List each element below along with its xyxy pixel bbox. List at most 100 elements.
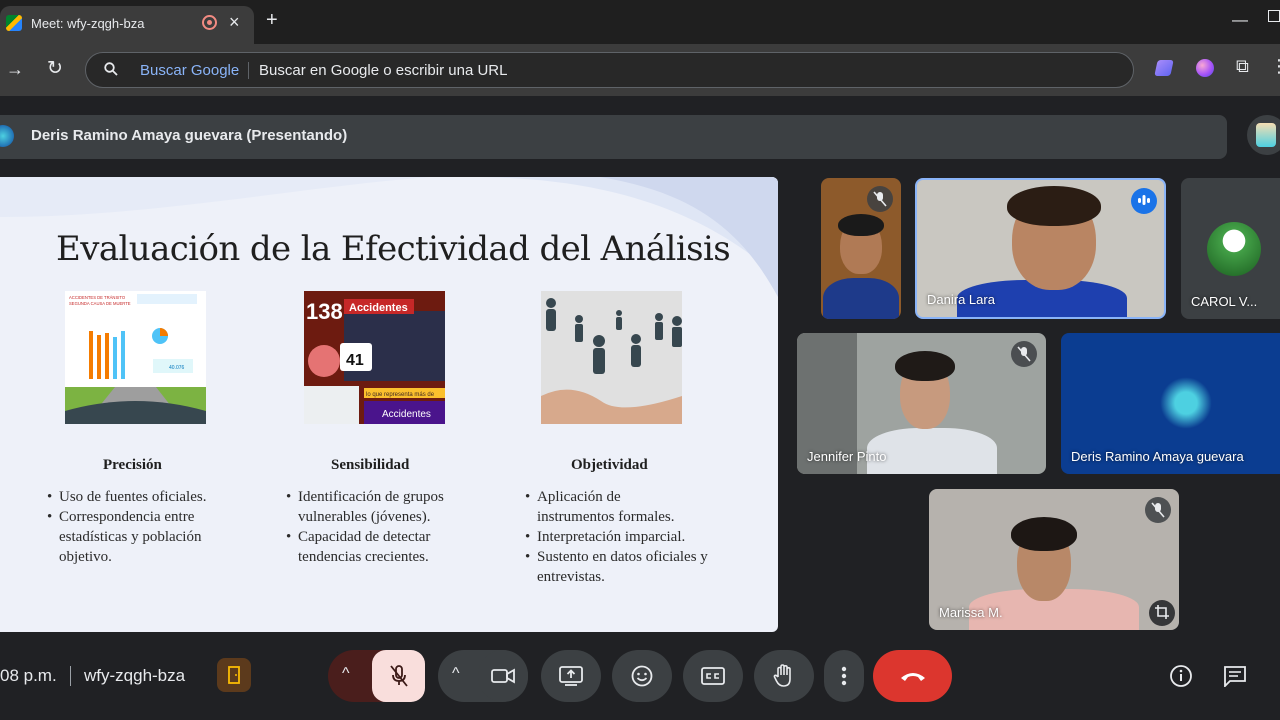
captions-button[interactable] [683,650,743,702]
participant-name: Jennifer Pinto [807,449,887,464]
people-network-image [541,291,682,424]
self-avatar[interactable] [1247,115,1280,155]
hang-up-icon [900,673,925,681]
participant-avatar [1160,377,1212,429]
chat-button[interactable] [1220,661,1250,691]
crop-frame-icon[interactable] [1149,600,1175,626]
participant-tile[interactable]: CAROL V... [1181,178,1280,319]
list-item: Interpretación imparcial. [525,527,725,547]
participant-video [1011,517,1077,551]
participant-video [823,278,899,319]
stat-label-accidentes: Accidentes [349,302,408,314]
participant-tile[interactable]: Deris Ramino Amaya guevara [1061,333,1280,474]
bullet-list-sensibilidad: Identificación de grupos vulnerables (jó… [286,487,476,567]
chat-icon [1224,666,1246,687]
present-screen-icon [559,666,583,686]
mic-off-icon [389,665,408,687]
participant-video [895,351,955,381]
list-item: Capacidad de detectar tendencias crecien… [286,527,456,567]
leave-call-button[interactable] [873,650,952,702]
list-item: Correspondencia entre estadísticas y pob… [47,507,217,567]
participant-tile[interactable]: Jennifer Pinto [797,333,1046,474]
more-options-button[interactable] [824,650,864,702]
extension-icon[interactable] [1154,60,1174,76]
list-item: Identificación de grupos vulnerables (jó… [286,487,466,527]
list-item: Sustento en datos oficiales y entrevista… [525,547,715,587]
infographic-subtitle: SEGUNDA CAUSA DE MUERTE [69,301,131,306]
meeting-code: wfy-zqgh-bza [84,666,186,685]
minimize-window-button[interactable]: — [1232,12,1248,30]
stat-note: lo que representa más de [366,392,435,398]
participant-video [1007,186,1101,226]
camera-icon [491,668,515,684]
bullet-list-precision: Uso de fuentes oficiales. Correspondenci… [47,487,237,567]
participant-tile-speaking[interactable]: Danira Lara [915,178,1166,319]
bullet-list-objetividad: Aplicación de instrumentos formales. Int… [525,487,725,587]
omnibox-divider [248,62,249,79]
mic-muted-icon [867,186,893,212]
browser-menu-icon[interactable]: ⋮ [1270,56,1280,77]
tab-title: Meet: wfy-zqgh-bza [31,16,145,31]
maximize-window-button[interactable] [1268,10,1280,22]
chevron-up-icon[interactable]: ^ [342,665,350,683]
new-tab-button[interactable]: + [266,10,278,30]
list-item: Uso de fuentes oficiales. [47,487,237,507]
microphone-toggle-button[interactable] [372,650,425,702]
divider [70,666,71,686]
meet-view: Deris Ramino Amaya guevara (Presentando)… [0,96,1280,720]
list-item: Aplicación de instrumentos formales. [525,487,695,527]
raise-hand-button[interactable] [754,650,814,702]
meeting-details-button[interactable] [1166,661,1196,691]
participant-name: Danira Lara [927,292,995,307]
stat-label-accidentes-2: Accidentes [382,409,431,420]
address-bar[interactable]: Buscar Google Buscar en Google o escribi… [85,52,1134,88]
presenter-avatar [0,125,14,147]
browser-toolbar: → ↻ Buscar Google Buscar en Google o esc… [0,44,1280,96]
presentation-slide: Evaluación de la Efectividad del Análisi… [0,177,778,632]
hand-icon [773,664,791,687]
mic-muted-icon [1011,341,1037,367]
meeting-clock: 08 p.m. [0,666,57,685]
participant-name: Deris Ramino Amaya guevara [1071,449,1244,464]
room-door-button[interactable] [217,658,251,692]
search-icon [104,62,118,76]
participant-name: CAROL V... [1191,294,1258,309]
extension-icon[interactable] [1196,59,1214,77]
participant-avatar [1207,222,1261,276]
forward-button[interactable]: → [6,59,24,80]
presenter-label: Deris Ramino Amaya guevara (Presentando) [31,127,348,144]
recording-indicator-icon [202,15,217,30]
meet-favicon-icon [6,15,22,31]
column-heading-objetividad: Objetividad [571,457,648,473]
mic-muted-icon [1145,497,1171,523]
closed-captions-icon [701,667,725,685]
column-heading-precision: Precisión [103,457,162,473]
present-screen-button[interactable] [541,650,601,702]
speaking-indicator-icon [1131,188,1157,214]
info-icon [1170,665,1192,687]
close-tab-icon[interactable]: × [229,12,240,33]
emoji-icon [631,665,653,687]
stat-138: 138 [306,299,343,324]
search-engine-label: Buscar Google [140,62,240,79]
reload-button[interactable]: ↻ [47,57,63,80]
participant-tile[interactable]: Marissa M. [929,489,1179,630]
camera-toggle-button[interactable] [478,650,528,702]
chevron-up-icon[interactable]: ^ [452,665,460,683]
accidents-infographic-image: ACCIDENTES DE TRÁNSITO SEGUNDA CAUSA DE … [65,291,206,424]
address-placeholder: Buscar en Google o escribir una URL [259,62,508,79]
accidents-statistics-image: 138 Accidentes 41 lo que representa más … [304,291,445,424]
column-heading-sensibilidad: Sensibilidad [331,457,410,473]
participant-video [838,214,884,236]
reactions-button[interactable] [612,650,672,702]
meeting-controls-bar: 08 p.m. wfy-zqgh-bza ^ ^ [0,628,1280,720]
participant-name: Marissa M. [939,605,1003,620]
presenter-bar: Deris Ramino Amaya guevara (Presentando) [0,115,1227,159]
slide-title: Evaluación de la Efectividad del Análisi… [56,229,731,269]
infographic-stat: 40.076 [169,365,185,371]
participant-tile[interactable] [821,178,901,319]
extensions-puzzle-icon[interactable]: ⧉ [1236,56,1249,77]
browser-tab[interactable]: Meet: wfy-zqgh-bza × [0,6,254,44]
stat-41: 41 [346,352,364,369]
browser-tab-bar: Meet: wfy-zqgh-bza × + — [0,0,1280,44]
